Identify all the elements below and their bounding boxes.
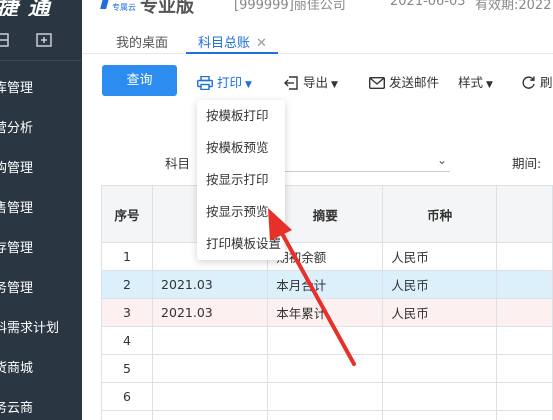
annotation-arrow: [268, 208, 356, 366]
